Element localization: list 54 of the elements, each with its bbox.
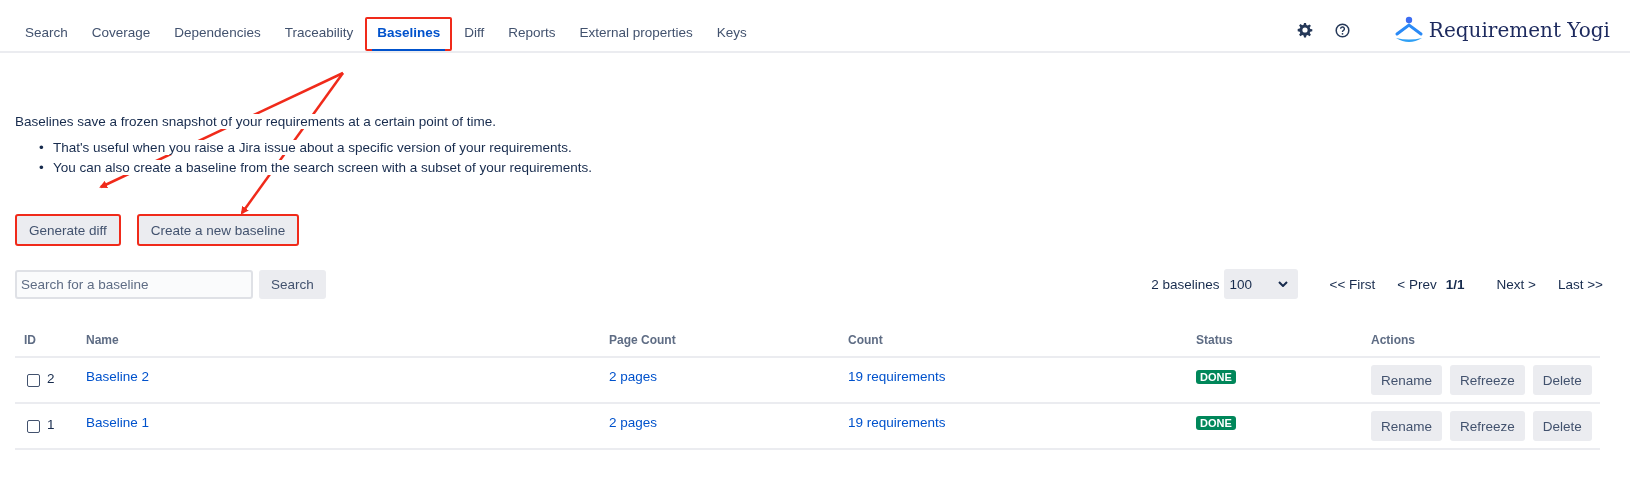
bullet-text: That's useful when you raise a Jira issue about a specific version of your requirements. [53,140,572,155]
search-button[interactable]: Search [259,269,326,299]
page-count-link[interactable]: 2 pages [609,414,658,430]
nav-tab[interactable]: Search [13,17,80,51]
bullet-text: You can also create a baseline from the search screen with a subset of your requirements. [53,160,593,175]
logo-text: Requirement Yogi [1428,18,1610,42]
column-header: ID [24,332,36,347]
result-count: 2 baselines [1151,276,1220,292]
settings-icon[interactable] [1296,22,1313,38]
bullet-marker: • [39,139,45,157]
id-cell: 2 [47,370,55,386]
nav-tab[interactable]: Coverage [79,17,163,51]
meditation-figure-icon [1393,16,1424,44]
row-action-button[interactable]: Rename [1371,411,1443,441]
row-action-button[interactable]: Delete [1532,411,1592,441]
status-lozenge: DONE [1196,415,1236,430]
page-size-select[interactable]: 100 [1223,269,1298,299]
prev-page-link[interactable]: < Prev [1397,276,1437,292]
column-header: Count [848,332,883,347]
requirement-count-link[interactable]: 19 requirements [848,368,946,384]
row-action-button[interactable]: Refreeze [1450,411,1525,441]
row-action-button[interactable]: Rename [1371,365,1443,395]
nav-tab[interactable]: Traceability [272,17,366,51]
id-cell: 1 [47,416,55,432]
row-action-button[interactable]: Delete [1532,365,1592,395]
intro-text: Baselines save a frozen snapshot of your requirements at a certain point of time. [15,114,496,129]
page-count-link[interactable]: 2 pages [609,368,658,384]
column-header: Page Count [609,332,676,347]
page-number: 1/1 [1445,276,1465,292]
nav-tab[interactable]: Keys [704,17,759,51]
action-button[interactable]: Create a new baseline [136,214,300,246]
next-page-link[interactable]: Next > [1496,276,1536,292]
action-button[interactable]: Generate diff [15,214,121,246]
last-page-link[interactable]: Last >> [1557,276,1603,292]
nav-tab[interactable]: Dependencies [162,17,273,51]
column-header: Status [1196,332,1233,347]
status-lozenge: DONE [1196,369,1236,384]
row-checkbox[interactable] [27,419,40,433]
bullet-marker: • [39,159,45,177]
requirement-count-link[interactable]: 19 requirements [848,414,946,430]
nav-tab[interactable]: Reports [496,17,568,51]
baseline-link[interactable]: Baseline 1 [86,414,150,430]
search-field[interactable]: Search for a baseline [15,269,253,299]
first-page-link[interactable]: << First [1329,276,1376,292]
help-icon[interactable] [1334,22,1350,38]
row-checkbox[interactable] [27,373,40,387]
nav-tab[interactable]: Baselines [365,17,453,51]
nav-tab[interactable]: Diff [452,17,497,51]
chevron-down-icon [1277,281,1288,287]
column-header: Actions [1371,332,1415,347]
row-action-button[interactable]: Refreeze [1450,365,1525,395]
column-header: Name [86,332,119,347]
baseline-link[interactable]: Baseline 2 [86,368,150,384]
nav-tab[interactable]: External properties [567,17,705,51]
